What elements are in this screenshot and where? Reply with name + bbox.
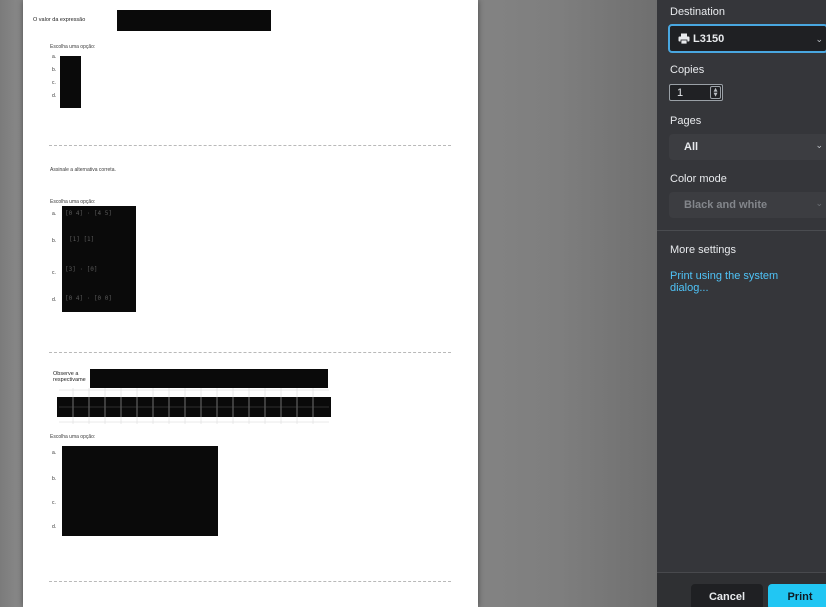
question-separator: [49, 581, 451, 582]
chevron-down-icon: ⌄: [815, 198, 823, 208]
color-mode-label: Color mode: [670, 173, 727, 185]
number-line-grid: [59, 388, 329, 424]
question-1-prompt: O valor da expressão: [33, 17, 86, 23]
question-3-prompt-line-2: respectivame: [53, 377, 86, 383]
question-1-choose-label: Escolha uma opção:: [50, 44, 96, 50]
pages-select[interactable]: All ⌄: [669, 134, 826, 160]
color-mode-select: Black and white ⌄: [669, 192, 826, 218]
pages-label: Pages: [670, 115, 702, 127]
destination-value: L3150: [693, 32, 725, 45]
color-mode-value: Black and white: [684, 199, 768, 211]
question-2-option-d: d.: [52, 297, 57, 303]
question-1-option-b: b.: [52, 67, 57, 73]
redacted-block: [90, 369, 328, 388]
redacted-block: [60, 56, 81, 108]
redacted-block: [62, 446, 218, 536]
panel-footer: Cancel Print: [657, 572, 826, 607]
chevron-down-icon: ⌄: [815, 34, 823, 44]
matrix-expression: [0 4] · [4 5]: [65, 210, 112, 217]
chevron-down-icon: ⌄: [815, 140, 823, 150]
system-dialog-link[interactable]: Print using the system dialog...: [670, 270, 810, 294]
copies-label: Copies: [670, 64, 705, 76]
divider: [657, 230, 826, 231]
chevron-down-icon[interactable]: ▼: [714, 92, 718, 98]
question-3-option-b: b.: [52, 476, 57, 482]
preview-page: O valor da expressão Escolha uma opção: …: [23, 0, 478, 607]
matrix-expression: [0 4] · [0 0]: [65, 295, 112, 302]
matrix-expression: [3] · [0]: [65, 266, 98, 273]
print-preview-area: O valor da expressão Escolha uma opção: …: [0, 0, 657, 607]
question-3-option-d: d.: [52, 524, 57, 530]
cancel-button[interactable]: Cancel: [691, 584, 763, 607]
question-2-option-c: c.: [52, 270, 56, 276]
question-3-option-a: a.: [52, 450, 57, 456]
printer-icon: [678, 33, 690, 45]
more-settings-toggle[interactable]: More settings: [670, 244, 736, 256]
pages-value: All: [684, 141, 699, 153]
copies-stepper[interactable]: ▲ ▼: [710, 86, 721, 99]
print-settings-panel: Destination L3150 ⌄ Copies 1 ▲ ▼ Pages A…: [657, 0, 826, 607]
matrix-expression: [1] [1]: [69, 236, 95, 243]
question-2-choose-label: Escolha uma opção:: [50, 199, 96, 205]
destination-label: Destination: [670, 6, 726, 18]
question-1-option-c: c.: [52, 80, 56, 86]
question-3-option-c: c.: [52, 500, 56, 506]
question-separator: [49, 145, 451, 146]
question-2-prompt: Assinale a alternativa correta.: [50, 167, 116, 173]
question-separator: [49, 352, 451, 353]
question-1-option-a: a.: [52, 54, 57, 60]
question-1-option-d: d.: [52, 93, 57, 99]
question-2-option-b: b.: [52, 238, 57, 244]
question-3-choose-label: Escolha uma opção:: [50, 434, 96, 440]
copies-input[interactable]: 1 ▲ ▼: [669, 84, 723, 101]
print-button[interactable]: Print: [768, 584, 826, 607]
question-2-option-a: a.: [52, 211, 57, 217]
redacted-block: [117, 10, 271, 31]
copies-value: 1: [677, 86, 684, 99]
destination-select[interactable]: L3150 ⌄: [668, 24, 826, 53]
